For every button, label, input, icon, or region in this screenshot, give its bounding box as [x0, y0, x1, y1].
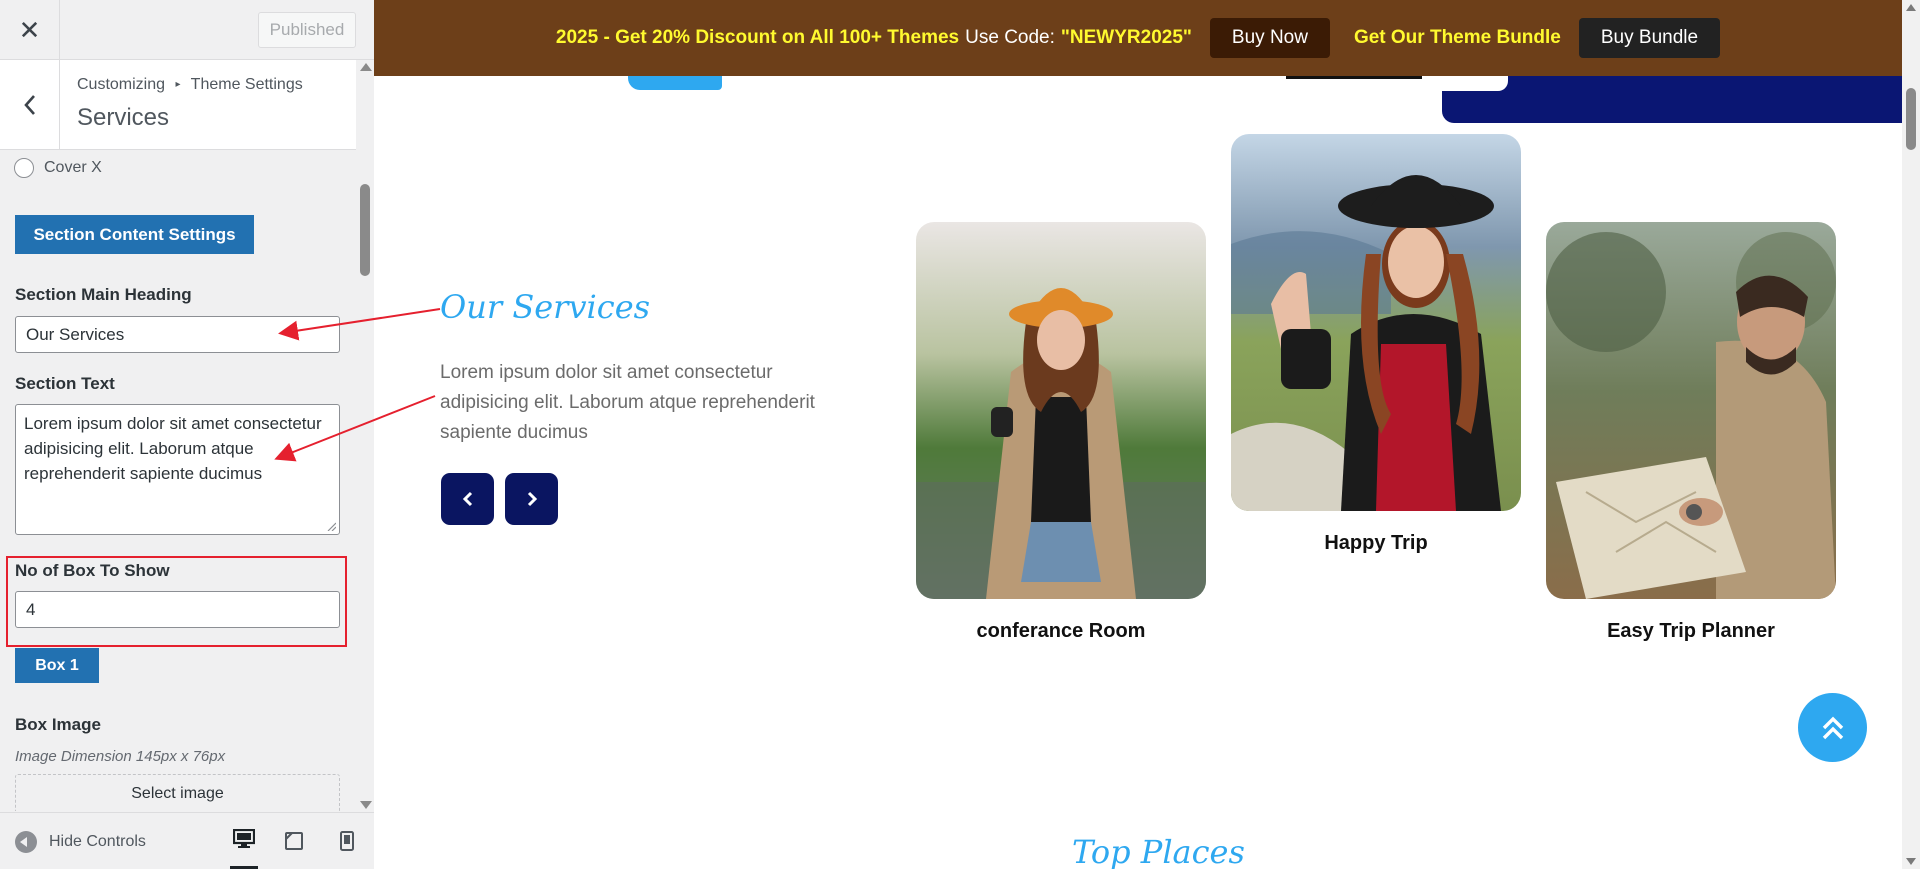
service-card-image[interactable]: [916, 222, 1206, 599]
section-heading-input[interactable]: [15, 316, 340, 353]
close-customizer-button[interactable]: ✕: [0, 0, 60, 60]
chevron-left-icon: [23, 95, 35, 115]
radio-label: Cover X: [44, 159, 102, 176]
box-count-input[interactable]: [15, 591, 340, 628]
box-count-label: No of Box To Show: [15, 561, 170, 580]
woman-thumbs-up-photo: [1231, 134, 1521, 511]
woman-hiker-photo: [916, 222, 1206, 599]
scroll-thumb[interactable]: [1906, 88, 1916, 150]
section-text-label: Section Text: [15, 374, 115, 393]
decorative-shape: [628, 76, 722, 90]
box-image-label: Box Image: [15, 715, 101, 734]
service-card-title: conferance Room: [976, 620, 1146, 642]
select-image-button[interactable]: Select image: [15, 774, 340, 811]
carousel-next-button[interactable]: [505, 473, 558, 525]
panel-top-bar: ✕ Published: [0, 0, 374, 60]
site-preview: 2025 - Get 20% Discount on All 100+ Them…: [374, 0, 1920, 869]
chevron-right-icon: [527, 491, 537, 507]
radio-option-cover-x[interactable]: Cover X: [14, 158, 102, 178]
decorative-shape: [1442, 76, 1508, 91]
services-heading: Our Services: [440, 288, 651, 326]
scroll-up-icon[interactable]: [360, 63, 372, 71]
desktop-icon: [233, 829, 255, 848]
section-text-textarea[interactable]: Lorem ipsum dolor sit amet consectetur a…: [15, 404, 340, 535]
breadcrumb: Customizing ▸ Theme Settings: [77, 76, 303, 94]
panel-controls: Cover X Section Content Settings Section…: [0, 151, 356, 811]
section-header: Customizing ▸ Theme Settings Services: [0, 60, 356, 150]
services-text: Lorem ipsum dolor sit amet consectetur a…: [440, 362, 815, 443]
panel-scrollbar[interactable]: [356, 60, 374, 812]
buy-now-button[interactable]: Buy Now: [1209, 18, 1330, 58]
section-heading-label: Section Main Heading: [15, 285, 192, 304]
close-icon: ✕: [18, 14, 41, 45]
customizer-screen: ✕ Published Customizing ▸ Theme Settings…: [0, 0, 1920, 869]
device-mobile-button[interactable]: [333, 827, 361, 855]
tablet-icon: [285, 832, 303, 850]
section-text-value: Lorem ipsum dolor sit amet consectetur a…: [24, 414, 322, 483]
preview-scrollbar[interactable]: [1902, 0, 1920, 869]
panel-footer: Hide Controls: [0, 812, 374, 869]
man-with-map-photo: [1546, 222, 1836, 599]
decorative-shape: [1286, 76, 1422, 79]
carousel-prev-button[interactable]: [441, 473, 494, 525]
image-dimension-note: Image Dimension 145px x 76px: [15, 748, 226, 765]
customizer-panel: ✕ Published Customizing ▸ Theme Settings…: [0, 0, 374, 869]
device-desktop-button[interactable]: [230, 827, 258, 869]
promo-banner: 2025 - Get 20% Discount on All 100+ Them…: [374, 0, 1902, 76]
hide-controls-label: Hide Controls: [49, 833, 146, 850]
buy-bundle-button[interactable]: Buy Bundle: [1578, 18, 1721, 58]
decorative-shape: [1442, 76, 1902, 123]
published-button[interactable]: Published: [258, 12, 356, 48]
panel-title: Services: [77, 104, 170, 131]
service-card-title: Easy Trip Planner: [1607, 620, 1775, 642]
service-card-title: Happy Trip: [1324, 532, 1428, 554]
top-places-heading: Top Places: [1072, 833, 1245, 869]
scroll-down-icon[interactable]: [360, 801, 372, 809]
box-1-button[interactable]: Box 1: [15, 648, 99, 683]
mobile-icon: [340, 831, 354, 851]
hide-controls-button[interactable]: Hide Controls: [15, 831, 146, 853]
promo-use-code-text: Use Code:: [965, 27, 1055, 48]
collapse-icon: [15, 831, 37, 853]
promo-bundle-text: Get Our Theme Bundle: [1353, 27, 1561, 48]
radio-button[interactable]: [14, 158, 34, 178]
service-card-image[interactable]: [1231, 134, 1521, 511]
chevron-left-icon: [462, 491, 472, 507]
section-content-settings-button[interactable]: Section Content Settings: [15, 215, 254, 254]
scroll-to-top-button[interactable]: [1798, 693, 1867, 762]
promo-code: "NEWYR2025": [1060, 27, 1192, 48]
device-tablet-button[interactable]: [280, 827, 308, 855]
service-card-image[interactable]: [1546, 222, 1836, 599]
double-chevron-up-icon: [1822, 716, 1843, 739]
scroll-thumb[interactable]: [360, 184, 370, 276]
breadcrumb-parent: Theme Settings: [190, 76, 303, 93]
select-image-label: Select image: [131, 785, 224, 802]
scroll-down-icon[interactable]: [1906, 858, 1916, 865]
back-button[interactable]: [0, 60, 60, 150]
breadcrumb-separator: ▸: [175, 79, 181, 90]
resize-handle-icon[interactable]: [326, 521, 336, 531]
scroll-up-icon[interactable]: [1906, 4, 1916, 11]
promo-offer-text: 2025 - Get 20% Discount on All 100+ Them…: [555, 27, 960, 48]
breadcrumb-root: Customizing: [77, 76, 166, 93]
